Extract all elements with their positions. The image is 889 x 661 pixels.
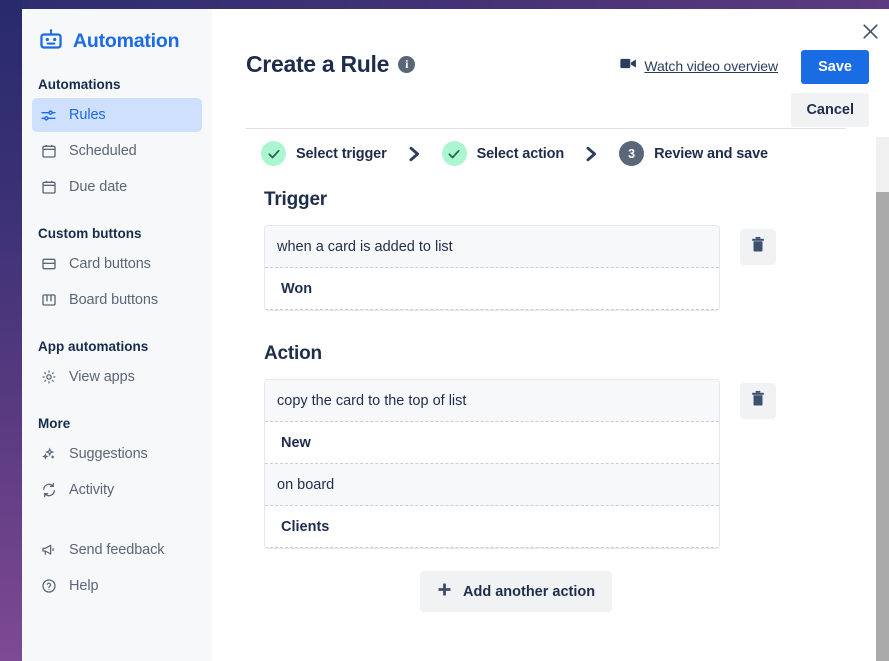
sidebar-item-card-buttons[interactable]: Card buttons [32,247,202,281]
sidebar-item-activity[interactable]: Activity [32,473,202,507]
sidebar-item-label: Activity [69,482,115,498]
megaphone-icon [40,542,57,559]
rule-editor-panel: Create a Rule i Watch video overview Sav… [212,9,889,661]
sidebar-item-suggestions[interactable]: Suggestions [32,437,202,471]
step-number-badge: 3 [619,141,645,166]
sidebar-item-label: Help [69,578,99,594]
gear-icon [40,369,57,386]
delete-trigger-button[interactable] [740,229,776,265]
video-camera-icon [620,57,637,75]
check-icon [441,141,467,166]
scrollbar-thumb[interactable] [876,192,889,661]
action-card[interactable]: copy the card to the top of list New on … [264,379,720,549]
sidebar-item-label: Send feedback [69,542,165,558]
sliders-icon [40,107,57,124]
sidebar-item-view-apps[interactable]: View apps [32,360,202,394]
sidebar-item-send-feedback[interactable]: Send feedback [32,533,202,567]
trigger-row: when a card is added to list Won [264,225,889,311]
sidebar-item-label: Scheduled [69,143,137,159]
sidebar-item-label: Suggestions [69,446,148,462]
sync-icon [40,482,57,499]
sidebar-item-help[interactable]: Help [32,569,202,603]
action-value-2[interactable]: Clients [265,506,719,548]
step-label: Select action [476,145,565,162]
sidebar-item-label: Board buttons [69,292,158,308]
rule-body: Trigger when a card is added to list Won [212,189,889,661]
trash-icon [750,390,766,412]
sidebar-item-label: View apps [69,369,135,385]
trash-icon [750,236,766,258]
action-row: copy the card to the top of list New on … [264,379,889,549]
action-heading: Action [264,343,322,364]
trigger-phrase[interactable]: when a card is added to list [265,226,719,268]
action-value-1[interactable]: New [265,422,719,464]
question-circle-icon [40,578,57,595]
sidebar-section-more-label: More [38,416,71,431]
step-select-trigger[interactable]: Select trigger [261,141,387,166]
page-title: Create a Rule i [246,51,416,78]
trigger-card[interactable]: when a card is added to list Won [264,225,720,311]
sidebar-section-app-automations-label: App automations [38,339,149,354]
watch-video-label: Watch video overview [644,58,778,74]
watch-video-link[interactable]: Watch video overview [620,57,778,75]
step-label: Select trigger [296,145,387,162]
action-phrase-2[interactable]: on board [265,464,719,506]
chevron-right-icon [564,146,619,162]
sidebar-item-label: Due date [69,179,128,195]
sidebar-item-rules[interactable]: Rules [32,98,202,132]
delete-action-button[interactable] [740,383,776,419]
trigger-value[interactable]: Won [265,268,719,310]
card-icon [40,256,57,273]
check-icon [261,141,286,166]
app-root: Automation Automations Rules Scheduled D… [0,0,889,661]
sidebar-item-label: Rules [69,107,106,123]
robot-icon [38,28,64,54]
plus-icon [437,582,452,601]
add-another-action-button[interactable]: Add another action [420,571,613,612]
save-button[interactable]: Save [801,50,869,84]
sidebar-section-custom-buttons-label: Custom buttons [38,226,142,241]
sidebar-item-scheduled[interactable]: Scheduled [32,134,202,168]
step-review-and-save[interactable]: 3 Review and save [619,141,768,166]
cancel-button[interactable]: Cancel [791,93,869,127]
sparkles-icon [40,446,57,463]
sidebar-item-due-date[interactable]: Due date [32,170,202,204]
brand-label: Automation [73,29,180,52]
add-another-action-label: Add another action [463,583,596,600]
action-phrase-1[interactable]: copy the card to the top of list [265,380,719,422]
sidebar: Automation Automations Rules Scheduled D… [22,9,212,661]
brand: Automation [22,13,212,55]
sidebar-item-label: Card buttons [69,256,151,272]
board-icon [40,292,57,309]
step-label: Review and save [654,145,768,162]
page-title-text: Create a Rule [246,51,390,77]
calendar-icon [40,179,57,196]
stepper: Select trigger Select action 3 Review an… [246,128,846,180]
info-icon[interactable]: i [398,56,416,73]
left-accent-strip [0,0,22,661]
sidebar-item-board-buttons[interactable]: Board buttons [32,283,202,317]
panel-header: Create a Rule i Watch video overview Sav… [212,9,889,127]
calendar-icon [40,143,57,160]
sidebar-section-automations-label: Automations [38,77,121,92]
trigger-heading: Trigger [264,189,328,210]
chevron-right-icon [387,146,442,162]
top-accent-band [0,0,889,9]
step-select-action[interactable]: Select action [441,141,565,166]
